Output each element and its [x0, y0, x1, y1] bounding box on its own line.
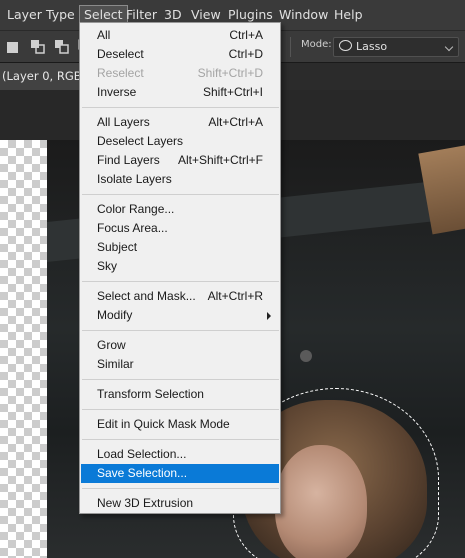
menu-item-label: Color Range... — [97, 202, 175, 216]
add-to-selection-icon[interactable] — [30, 39, 46, 55]
mode-value: Lasso — [356, 40, 388, 53]
menu-item-find-layers[interactable]: Find Layers Alt+Shift+Ctrl+F — [81, 151, 279, 170]
lasso-icon — [339, 40, 352, 51]
menu-item-inverse[interactable]: Inverse Shift+Ctrl+I — [81, 83, 279, 102]
menu-separator — [82, 194, 279, 195]
menu-window[interactable]: Window — [275, 5, 332, 25]
document-tab[interactable]: (Layer 0, RGB/8 — [0, 63, 80, 91]
menu-item-deselect[interactable]: Deselect Ctrl+D — [81, 45, 279, 64]
menu-item-save-selection[interactable]: Save Selection... — [81, 464, 279, 483]
menu-item-new-3d-extrusion[interactable]: New 3D Extrusion — [81, 494, 279, 513]
menu-separator — [82, 281, 279, 282]
menu-layer[interactable]: Layer — [3, 5, 46, 25]
menu-item-shortcut: Ctrl+A — [229, 28, 263, 42]
menu-item-label: Sky — [97, 259, 118, 273]
options-separator — [290, 37, 291, 57]
menu-separator — [82, 379, 279, 380]
menu-item-subject[interactable]: Subject — [81, 238, 279, 257]
menu-type[interactable]: Type — [42, 5, 79, 25]
menu-item-grow[interactable]: Grow — [81, 336, 279, 355]
menu-item-label: Save Selection... — [97, 466, 188, 480]
menu-item-label: All Layers — [97, 115, 150, 129]
transparency-checkerboard — [0, 140, 47, 558]
menu-item-shortcut: Alt+Ctrl+A — [208, 115, 263, 129]
submenu-arrow-icon — [267, 312, 271, 320]
menu-separator — [82, 330, 279, 331]
menu-item-isolate-layers[interactable]: Isolate Layers — [81, 170, 279, 189]
menu-item-all-layers[interactable]: All Layers Alt+Ctrl+A — [81, 113, 279, 132]
menu-item-sky[interactable]: Sky — [81, 257, 279, 276]
menu-item-label: Transform Selection — [97, 387, 204, 401]
menu-item-label: Similar — [97, 357, 134, 371]
menu-item-label: Subject — [97, 240, 138, 254]
menu-item-select-and-mask[interactable]: Select and Mask... Alt+Ctrl+R — [81, 287, 279, 306]
menu-item-shortcut: Alt+Ctrl+R — [207, 289, 263, 303]
menu-separator — [82, 439, 279, 440]
menu-item-reselect: Reselect Shift+Ctrl+D — [81, 64, 279, 83]
menu-item-transform-selection[interactable]: Transform Selection — [81, 385, 279, 404]
subtract-from-selection-icon[interactable] — [54, 39, 70, 55]
menu-item-label: Deselect Layers — [97, 134, 184, 148]
menu-item-label: Deselect — [97, 47, 144, 61]
mode-label: Mode: — [301, 39, 332, 50]
menu-item-label: Reselect — [97, 66, 144, 80]
menu-item-label: All — [97, 28, 111, 42]
menu-item-label: Grow — [97, 338, 126, 352]
chevron-down-icon — [444, 42, 454, 52]
menu-item-label: Modify — [97, 308, 133, 322]
menu-item-label: Edit in Quick Mask Mode — [97, 417, 230, 431]
menu-item-all[interactable]: All Ctrl+A — [81, 26, 279, 45]
menu-item-shortcut: Shift+Ctrl+D — [197, 66, 263, 80]
menu-help[interactable]: Help — [330, 5, 367, 25]
menu-item-label: Inverse — [97, 85, 137, 99]
menu-item-similar[interactable]: Similar — [81, 355, 279, 374]
menu-item-shortcut: Shift+Ctrl+I — [202, 85, 263, 99]
menu-item-label: Select and Mask... — [97, 289, 196, 303]
menu-separator — [82, 107, 279, 108]
menu-item-shortcut: Ctrl+D — [228, 47, 263, 61]
menu-item-edit-in-quick-mask-mode[interactable]: Edit in Quick Mask Mode — [81, 415, 279, 434]
new-selection-icon[interactable] — [6, 39, 22, 55]
menu-item-label: Isolate Layers — [97, 172, 172, 186]
mode-dropdown[interactable]: Lasso — [333, 37, 459, 57]
menu-item-deselect-layers[interactable]: Deselect Layers — [81, 132, 279, 151]
menu-item-focus-area[interactable]: Focus Area... — [81, 219, 279, 238]
select-menu: All Ctrl+A Deselect Ctrl+D Reselect Shift+Ctr… — [79, 22, 281, 514]
ceiling-lamp — [300, 350, 312, 362]
menu-separator — [82, 488, 279, 489]
menu-item-label: Find Layers — [97, 153, 160, 167]
menu-item-label: Load Selection... — [97, 447, 187, 461]
menu-item-shortcut: Alt+Shift+Ctrl+F — [177, 153, 263, 167]
menu-item-modify[interactable]: Modify — [81, 306, 279, 325]
menu-separator — [82, 409, 279, 410]
menu-item-color-range[interactable]: Color Range... — [81, 200, 279, 219]
menu-item-label: New 3D Extrusion — [97, 496, 194, 510]
menu-item-label: Focus Area... — [97, 221, 168, 235]
menu-item-load-selection[interactable]: Load Selection... — [81, 445, 279, 464]
